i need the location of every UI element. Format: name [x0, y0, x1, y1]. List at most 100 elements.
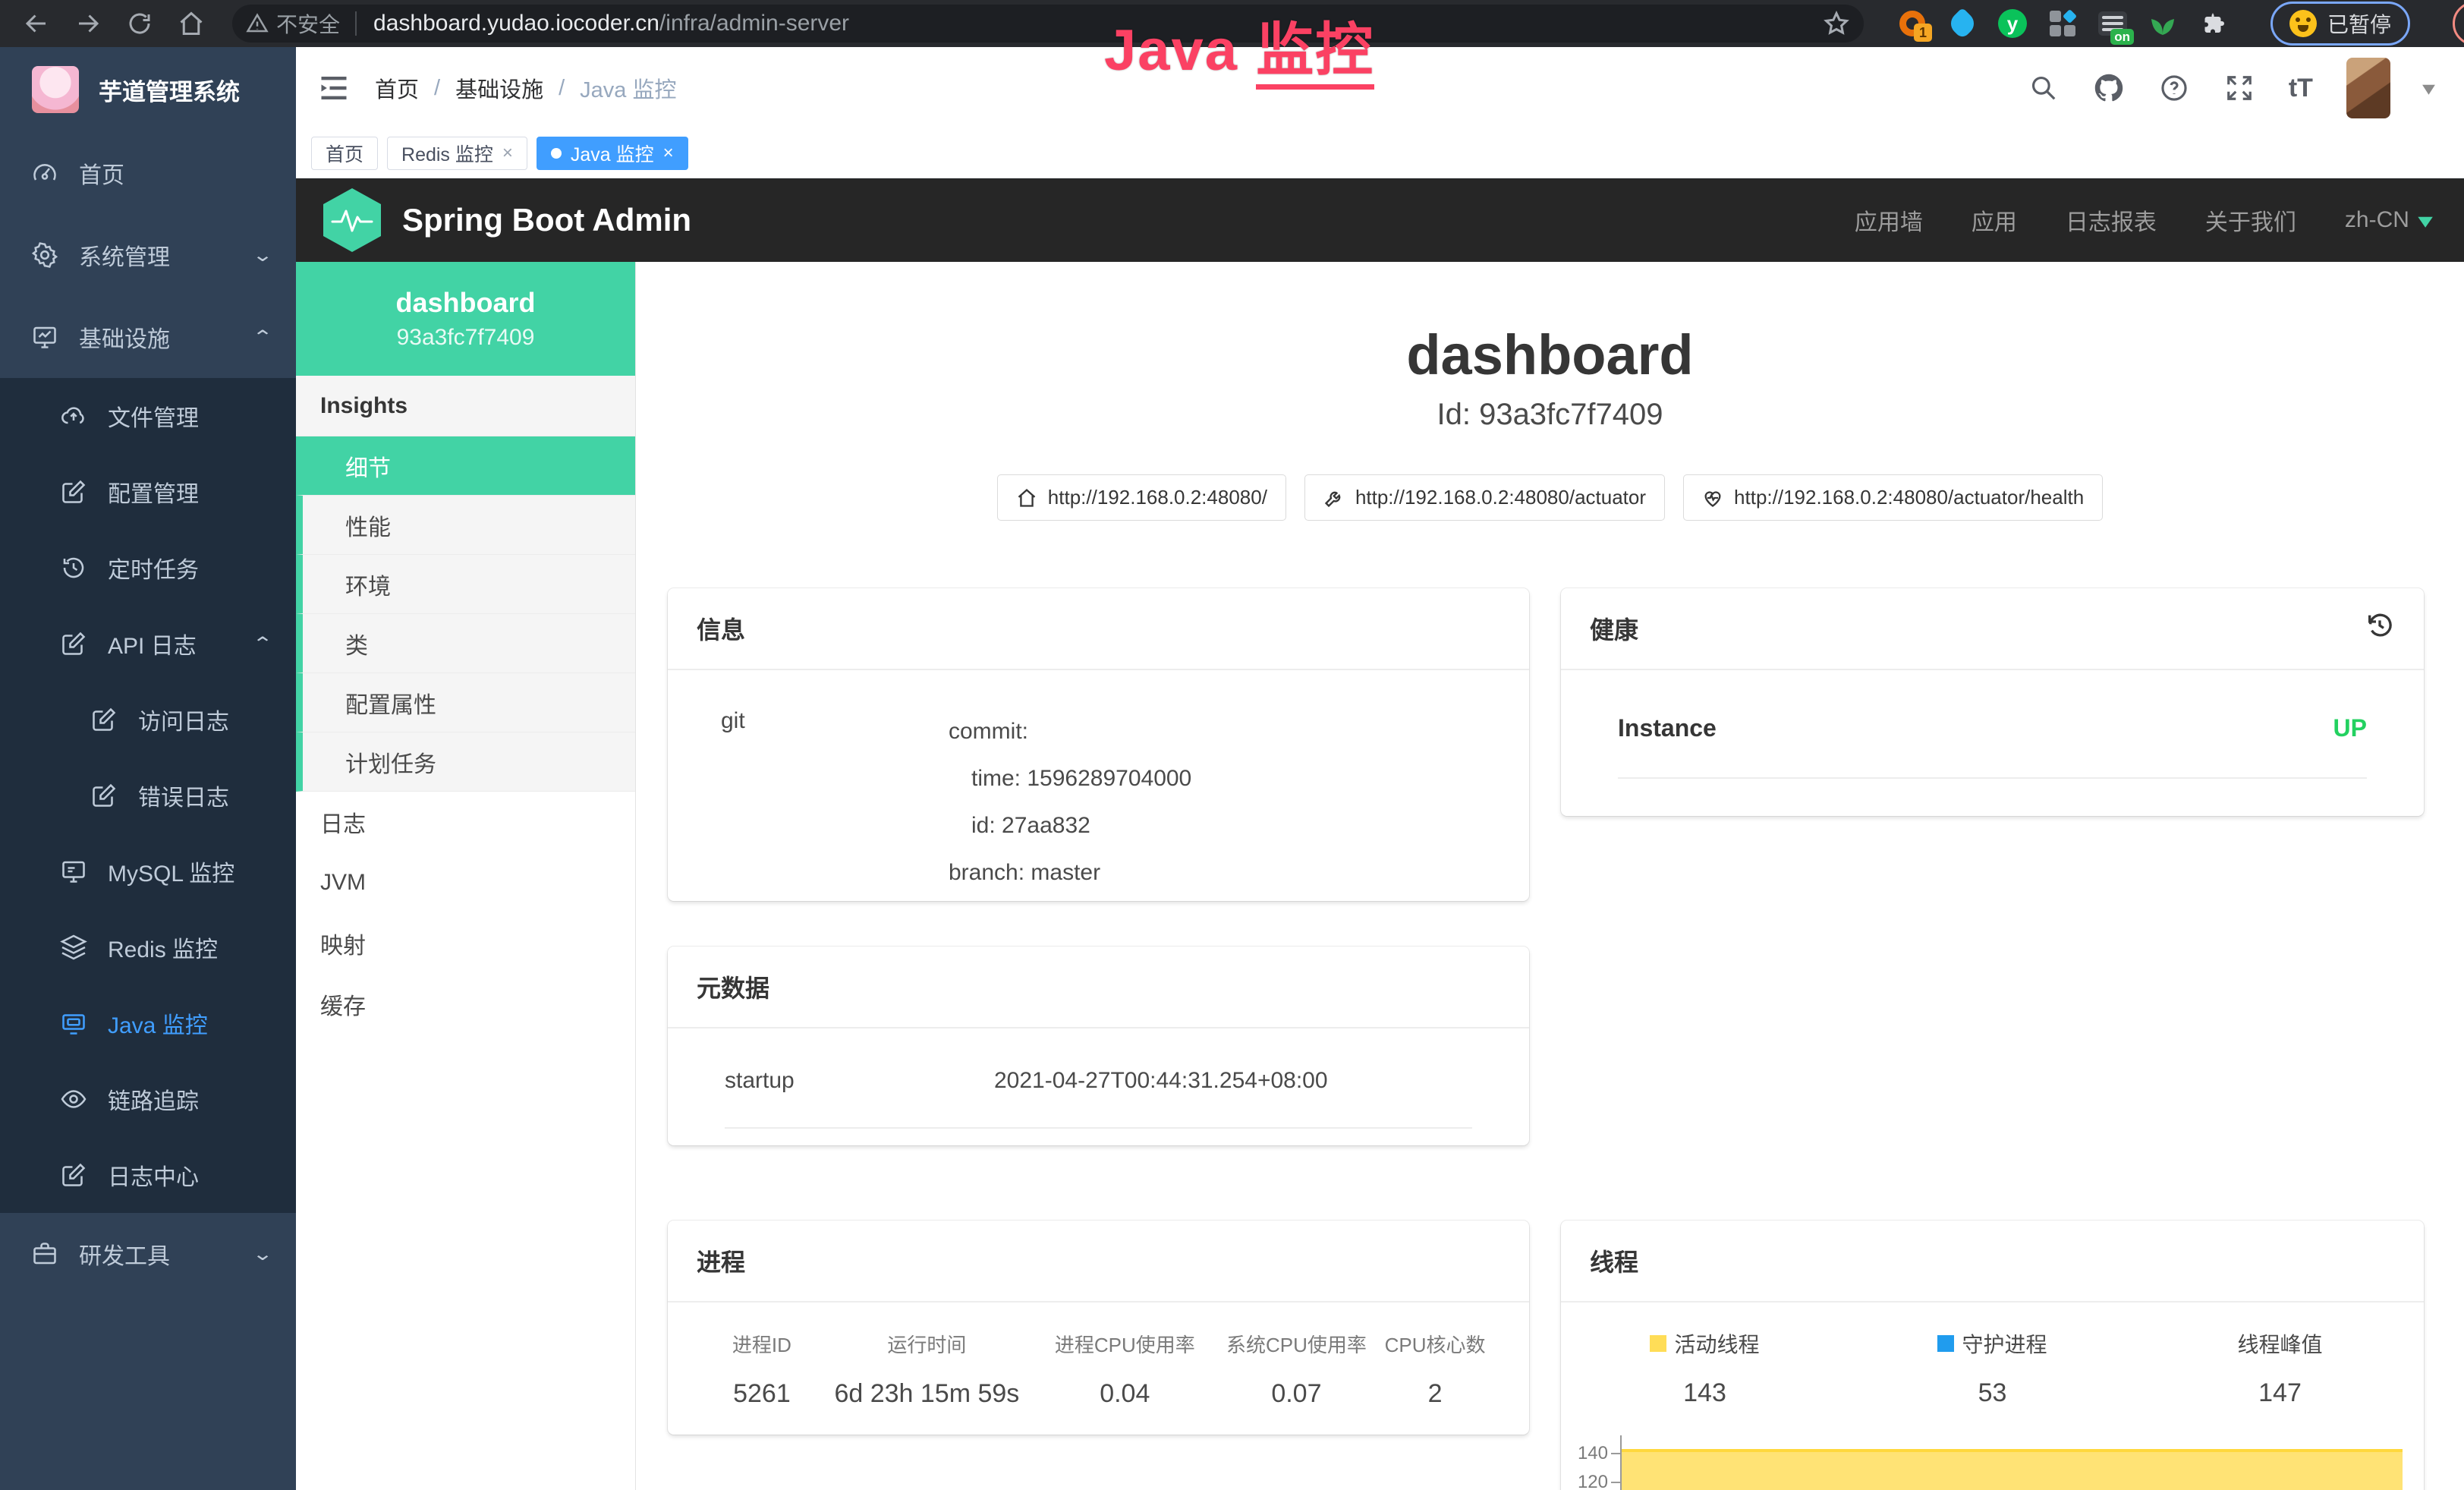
annotation-part1: Java	[1104, 18, 1256, 83]
hamburger-icon[interactable]	[317, 71, 351, 105]
sidebar-item-mysql-monitor[interactable]: MySQL 监控	[0, 833, 296, 909]
extension-kite-icon[interactable]	[1947, 8, 1978, 39]
process-table: 进程ID 5261 运行时间 6d 23h 15m 59s 进程CPU使用率 0…	[668, 1303, 1529, 1409]
caret-down-icon: ▾	[2418, 208, 2433, 233]
back-icon[interactable]	[21, 8, 52, 39]
tab-redis-monitor[interactable]: Redis 监控 ×	[387, 137, 527, 170]
sidebar-item-home[interactable]: 首页	[0, 132, 296, 214]
home-icon[interactable]	[176, 8, 206, 39]
chevron-up-icon: ⌃	[252, 633, 273, 655]
sidebar-item-java-monitor[interactable]: Java 监控	[0, 985, 296, 1061]
forward-icon[interactable]	[73, 8, 103, 39]
breadcrumb-home[interactable]: 首页	[375, 72, 419, 104]
sidebar-item-system[interactable]: 系统管理 ⌄	[0, 214, 296, 296]
monitor-chart-icon	[30, 323, 59, 351]
nav-section-insights: Insights	[296, 376, 635, 436]
bookmark-star-icon[interactable]	[1821, 8, 1852, 39]
history-icon[interactable]	[2365, 610, 2395, 647]
app-logo-row: 芋道管理系统	[0, 47, 296, 132]
sba-brand[interactable]: Spring Boot Admin	[402, 202, 691, 238]
address-bar[interactable]: 不安全 dashboard.yudao.iocoder.cn/infra/adm…	[232, 5, 1864, 43]
edit-square-icon	[59, 477, 88, 506]
extension-orange-icon[interactable]: 1	[1897, 8, 1927, 39]
extension-leaf-icon[interactable]	[2148, 8, 2178, 39]
sidebar-item-cron-jobs[interactable]: 定时任务	[0, 530, 296, 606]
user-avatar[interactable]	[2346, 58, 2390, 118]
health-row-instance: Instance UP	[1618, 714, 2367, 779]
nav-item-jvm[interactable]: JVM	[296, 852, 635, 913]
help-icon[interactable]	[2158, 72, 2190, 104]
history-clock-icon	[59, 553, 88, 582]
sba-nav-about[interactable]: 关于我们	[2205, 203, 2296, 237]
legend-daemon-threads: 守护进程 53	[1849, 1328, 2136, 1408]
search-icon[interactable]	[2028, 72, 2060, 104]
tab-home[interactable]: 首页	[311, 137, 378, 170]
edit-square-icon	[90, 781, 118, 810]
nav-item-classes[interactable]: 类	[296, 614, 635, 673]
reload-icon[interactable]	[124, 8, 155, 39]
annotation-java-monitor: Java 监控	[1104, 3, 1374, 87]
card-info-title: 信息	[697, 611, 745, 646]
sba-nav-applications[interactable]: 应用	[1972, 203, 2017, 237]
close-icon[interactable]: ×	[663, 143, 674, 164]
service-url-chip[interactable]: http://192.168.0.2:48080/	[997, 474, 1286, 521]
health-url-chip[interactable]: http://192.168.0.2:48080/actuator/health	[1683, 474, 2103, 521]
github-icon[interactable]	[2093, 72, 2125, 104]
spring-boot-admin-logo	[323, 188, 381, 252]
active-dot-icon	[551, 148, 562, 159]
sidebar-item-error-logs[interactable]: 错误日志	[0, 758, 296, 833]
page-subtitle: Id: 93a3fc7f7409	[636, 398, 2464, 432]
sidebar-item-config-mgmt[interactable]: 配置管理	[0, 454, 296, 530]
nav-item-details[interactable]: 细节	[296, 436, 635, 496]
profile-paused-badge[interactable]: 已暂停	[2270, 2, 2410, 46]
screen-icon	[59, 1009, 88, 1038]
sidebar-item-redis-monitor[interactable]: Redis 监控	[0, 909, 296, 985]
sba-nav-wallboard[interactable]: 应用墙	[1855, 203, 1923, 237]
tab-java-monitor[interactable]: Java 监控 ×	[537, 137, 688, 170]
sidebar-item-tracing[interactable]: 链路追踪	[0, 1061, 296, 1137]
extension-list-on-icon[interactable]: on	[2097, 8, 2128, 39]
extension-y-icon[interactable]: y	[1997, 8, 2028, 39]
extension-on-badge: on	[2110, 29, 2134, 45]
nav-item-environment[interactable]: 环境	[296, 555, 635, 614]
sba-nav: 应用墙 应用 日志报表 关于我们 zh-CN ▾	[1855, 203, 2431, 237]
main-content: dashboard Id: 93a3fc7f7409 http://192.16…	[636, 262, 2464, 1490]
sidebar-item-log-center[interactable]: 日志中心	[0, 1137, 296, 1213]
sidebar-item-dev-tools[interactable]: 研发工具 ⌄	[0, 1213, 296, 1295]
sidebar-item-api-logs[interactable]: API 日志 ⌃	[0, 606, 296, 682]
view-tabbar: 首页 Redis 监控 × Java 监控 ×	[296, 129, 2464, 178]
header-actions: tT ▾	[2028, 58, 2434, 118]
nav-item-scheduled-tasks[interactable]: 计划任务	[296, 732, 635, 792]
instance-id: 93a3fc7f7409	[397, 325, 535, 351]
app-title: 芋道管理系统	[99, 73, 240, 107]
sidebar-item-file-mgmt[interactable]: 文件管理	[0, 378, 296, 454]
extension-grid-icon[interactable]	[2047, 8, 2078, 39]
sidebar-item-access-logs[interactable]: 访问日志	[0, 682, 296, 758]
nav-item-caches[interactable]: 缓存	[296, 974, 635, 1035]
actuator-url-chip[interactable]: http://192.168.0.2:48080/actuator	[1304, 474, 1665, 521]
card-threads: 线程 活动线程 143 守护进程 53 线程峰值 14	[1561, 1221, 2424, 1490]
nav-item-logs[interactable]: 日志	[296, 792, 635, 852]
nav-item-config-props[interactable]: 配置属性	[296, 673, 635, 732]
close-icon[interactable]: ×	[502, 143, 513, 164]
text-size-icon[interactable]: tT	[2289, 74, 2313, 103]
sidebar-item-infra[interactable]: 基础设施 ⌃	[0, 296, 296, 378]
sba-language-select[interactable]: zh-CN ▾	[2345, 207, 2431, 233]
user-menu-caret-icon[interactable]: ▾	[2422, 77, 2435, 100]
security-chip[interactable]: 不安全	[246, 11, 357, 36]
nav-item-mappings[interactable]: 映射	[296, 913, 635, 974]
sba-nav-journal[interactable]: 日志报表	[2066, 203, 2157, 237]
fullscreen-icon[interactable]	[2223, 72, 2255, 104]
extensions-puzzle-icon[interactable]	[2198, 8, 2228, 39]
chrome-update-button[interactable]: 更新	[2453, 2, 2464, 46]
legend-blue-swatch	[1937, 1335, 1954, 1352]
card-metadata-title: 元数据	[697, 969, 769, 1004]
threads-area-chart: 140 120 100	[1561, 1432, 2403, 1490]
instance-links: http://192.168.0.2:48080/ http://192.168…	[636, 474, 2464, 521]
layers-icon	[59, 933, 88, 962]
url-path: /infra/admin-server	[659, 11, 849, 36]
edit-square-icon	[59, 629, 88, 658]
breadcrumb-infra[interactable]: 基础设施	[455, 72, 543, 104]
nav-item-metrics[interactable]: 性能	[296, 496, 635, 555]
card-health: 健康 Instance UP	[1561, 588, 2424, 816]
